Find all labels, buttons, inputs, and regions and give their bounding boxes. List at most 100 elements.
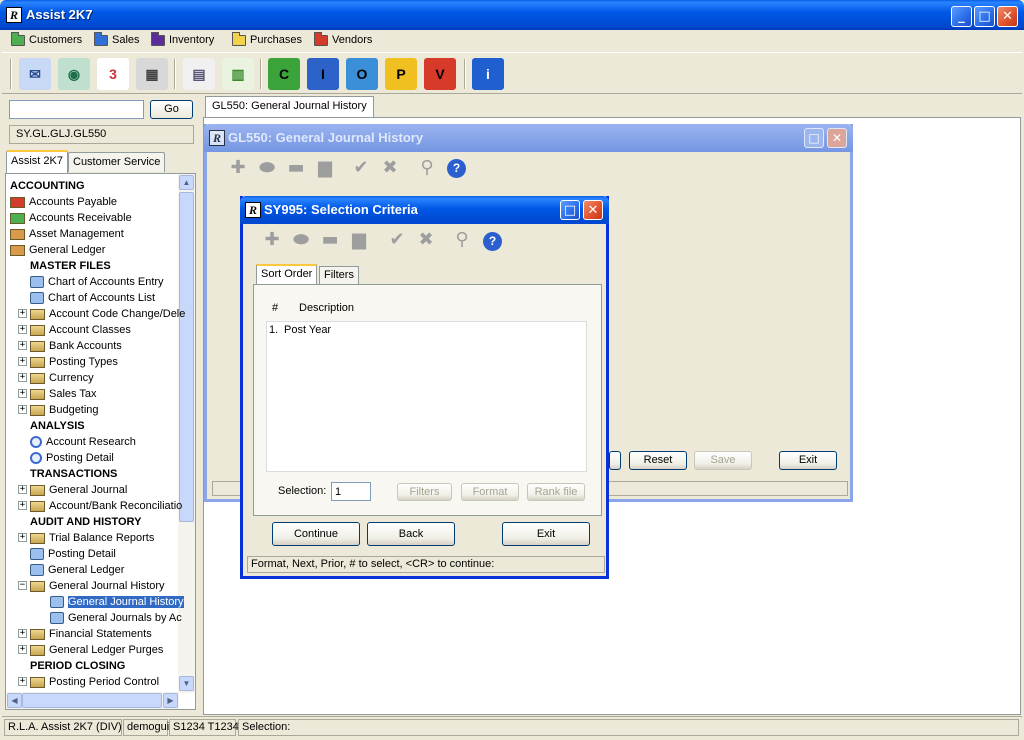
tree-item[interactable]: + Financial Statements	[18, 626, 152, 642]
tree-item[interactable]: + Posting Period Control	[18, 674, 159, 690]
tree-horizontal-scrollbar[interactable]: ◀ ▶	[6, 692, 179, 709]
globe-icon[interactable]: ◉	[58, 58, 90, 90]
cancel-icon[interactable]: ✖	[415, 230, 437, 250]
tree-item[interactable]: + General Journal	[18, 482, 127, 498]
maximize-button[interactable]: □	[804, 128, 824, 148]
close-button[interactable]: ✕	[583, 200, 603, 220]
tree-item[interactable]: Account Research	[30, 434, 136, 450]
tree-item[interactable]: − General Journal History	[18, 578, 165, 594]
expand-icon[interactable]: +	[18, 533, 27, 542]
delete-icon[interactable]: ▬	[319, 230, 341, 250]
expand-icon[interactable]: +	[18, 341, 27, 350]
expand-icon[interactable]: +	[18, 373, 27, 382]
customers-c-icon[interactable]: C	[268, 58, 300, 90]
expand-icon[interactable]: +	[18, 389, 27, 398]
maximize-button[interactable]: □	[560, 200, 580, 220]
tree-item[interactable]: + Account Code Change/Dele	[18, 306, 185, 322]
tree-item[interactable]: + General Ledger Purges	[18, 642, 163, 658]
expand-icon[interactable]: +	[18, 645, 27, 654]
tab-sort-order[interactable]: Sort Order	[256, 264, 318, 284]
menu-purchases[interactable]: Purchases	[232, 31, 302, 48]
menu-vendors[interactable]: Vendors	[314, 31, 372, 48]
tree-item[interactable]: + Sales Tax	[18, 386, 97, 402]
sort-order-list[interactable]: 1. Post Year	[266, 321, 587, 472]
filters-button[interactable]: Filters	[397, 483, 452, 501]
exit-button[interactable]: Exit	[779, 451, 837, 470]
selection-input[interactable]	[331, 482, 371, 501]
scroll-right-arrow-icon[interactable]: ▶	[163, 693, 178, 708]
cancel-icon[interactable]: ✖	[379, 158, 401, 178]
add-icon[interactable]: ✚	[227, 158, 249, 178]
search-input[interactable]	[9, 100, 144, 119]
expand-icon[interactable]: +	[18, 325, 27, 334]
expand-icon[interactable]: +	[18, 629, 27, 638]
edit-icon[interactable]: ⬬	[290, 230, 312, 250]
menu-sales[interactable]: Sales	[94, 31, 140, 48]
search-icon[interactable]: ⚲	[451, 230, 473, 250]
help-icon[interactable]: ?	[483, 232, 502, 251]
hidden-button[interactable]	[609, 451, 621, 470]
save-button[interactable]: Save	[694, 451, 752, 470]
info-icon[interactable]: i	[472, 58, 504, 90]
tree-item[interactable]: + Budgeting	[18, 402, 99, 418]
purchases-p-icon[interactable]: P	[385, 58, 417, 90]
edit-icon[interactable]: ⬬	[256, 158, 278, 178]
tab-filters[interactable]: Filters	[319, 266, 359, 284]
exit-button[interactable]: Exit	[502, 522, 590, 546]
menu-customers[interactable]: Customers	[11, 31, 82, 48]
format-button[interactable]: Format	[461, 483, 519, 501]
expand-icon[interactable]: +	[18, 501, 27, 510]
go-button[interactable]: Go	[150, 100, 193, 119]
tree-item[interactable]: Chart of Accounts Entry	[30, 274, 164, 290]
tree-item[interactable]: General Journals by Ac	[50, 610, 182, 626]
scroll-thumb[interactable]	[179, 192, 194, 522]
search-icon[interactable]: ⚲	[416, 158, 438, 178]
tree-item[interactable]: Posting Detail	[30, 546, 116, 562]
scroll-left-arrow-icon[interactable]: ◀	[7, 693, 22, 708]
tab-customer-service[interactable]: Customer Service	[68, 152, 166, 172]
tree-item[interactable]: + Account Classes	[18, 322, 131, 338]
tree-item[interactable]: Posting Detail	[30, 450, 114, 466]
form-icon[interactable]: ▤	[183, 58, 215, 90]
tree-item[interactable]: Accounts Payable	[10, 194, 117, 210]
expand-icon[interactable]: +	[18, 485, 27, 494]
maximize-button[interactable]: □	[974, 6, 995, 27]
calculator-icon[interactable]: ▦	[136, 58, 168, 90]
continue-button[interactable]: Continue	[272, 522, 360, 546]
add-icon[interactable]: ✚	[261, 230, 283, 250]
tree-item[interactable]: Asset Management	[10, 226, 124, 242]
menu-inventory[interactable]: Inventory	[151, 31, 214, 48]
collapse-icon[interactable]: −	[18, 581, 27, 590]
tree-item[interactable]: General Ledger	[10, 242, 105, 258]
expand-icon[interactable]: +	[18, 309, 27, 318]
accept-icon[interactable]: ✔	[350, 158, 372, 178]
tree-item[interactable]: Accounts Receivable	[10, 210, 132, 226]
calendar-icon[interactable]: 3	[97, 58, 129, 90]
print-icon[interactable]: ▆	[348, 230, 370, 250]
mail-icon[interactable]: ✉	[19, 58, 51, 90]
tree-item[interactable]: + Currency	[18, 370, 94, 386]
orders-o-icon[interactable]: O	[346, 58, 378, 90]
minimize-button[interactable]: _	[951, 6, 972, 27]
tree-item[interactable]: + Account/Bank Reconciliatio	[18, 498, 182, 514]
back-button[interactable]: Back	[367, 522, 455, 546]
expand-icon[interactable]: +	[18, 677, 27, 686]
tab-assist-2k7[interactable]: Assist 2K7	[6, 150, 68, 173]
close-button[interactable]: ✕	[997, 6, 1018, 27]
tree-item[interactable]: General Ledger	[30, 562, 124, 578]
expand-icon[interactable]: +	[18, 405, 27, 414]
tree-item[interactable]: General Journal History	[50, 594, 184, 610]
tree-item[interactable]: + Bank Accounts	[18, 338, 122, 354]
delete-icon[interactable]: ▬	[285, 158, 307, 178]
reset-button[interactable]: Reset	[629, 451, 687, 470]
close-button[interactable]: ✕	[827, 128, 847, 148]
print-icon[interactable]: ▆	[314, 158, 336, 178]
inventory-i-icon[interactable]: I	[307, 58, 339, 90]
scroll-up-arrow-icon[interactable]: ▲	[179, 175, 194, 190]
expand-icon[interactable]: +	[18, 357, 27, 366]
scroll-thumb[interactable]	[22, 693, 162, 708]
list-item[interactable]: 1. Post Year	[269, 324, 569, 338]
tab-gl550[interactable]: GL550: General Journal History	[205, 96, 374, 117]
tree-item[interactable]: + Trial Balance Reports	[18, 530, 154, 546]
accept-icon[interactable]: ✔	[386, 230, 408, 250]
